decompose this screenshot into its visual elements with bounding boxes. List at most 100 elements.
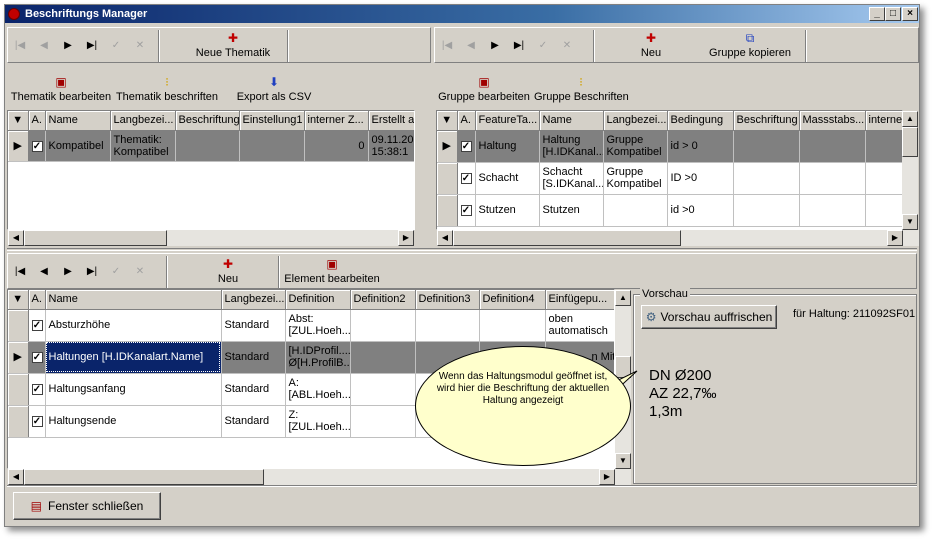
scroll-left-icon[interactable]: ◀ [8, 230, 24, 246]
cell-bedingung[interactable]: id >0 [667, 194, 734, 227]
cell-name[interactable]: Stutzen [539, 194, 604, 227]
last-record-icon[interactable]: ▶| [511, 38, 527, 54]
cell-langbezeichnung[interactable] [603, 194, 668, 227]
post-check-icon[interactable]: ✓ [108, 264, 124, 280]
cell-langbezeichnung[interactable]: Gruppe Kompatibel [603, 130, 668, 163]
scroll-thumb[interactable] [453, 230, 681, 246]
scroll-thumb[interactable] [615, 356, 631, 378]
header-indicator[interactable]: ▼ [8, 290, 29, 310]
cancel-x-icon[interactable]: ✕ [559, 38, 575, 54]
cell-definition[interactable]: Z: [ZUL.Hoeh... [285, 405, 351, 438]
panel-splitter[interactable] [7, 248, 917, 251]
cancel-x-icon[interactable]: ✕ [132, 38, 148, 54]
cell-einstellung[interactable] [239, 130, 305, 162]
column-header[interactable]: Langbezei... [110, 111, 176, 131]
cell-langbezeichnung[interactable]: Standard [221, 373, 286, 406]
cell-langbezeichnung[interactable]: Standard [221, 341, 286, 374]
column-header[interactable]: Definition4 [479, 290, 546, 310]
cell-beschriftung[interactable] [175, 130, 240, 162]
active-checkbox[interactable]: ✓ [31, 416, 43, 427]
column-header[interactable]: Name [45, 290, 222, 310]
thematik-edit-button[interactable]: ▣ Thematik bearbeiten [9, 75, 113, 103]
refresh-preview-button[interactable]: ⚙ Vorschau auffrischen [641, 305, 777, 329]
column-header[interactable]: Langbezei... [221, 290, 286, 310]
cell-name[interactable]: Schacht [S.IDKanal... [539, 162, 604, 195]
gruppe-hscrollbar[interactable]: ◀ ▶ [437, 230, 919, 246]
scroll-right-icon[interactable]: ▶ [887, 230, 903, 246]
scroll-right-icon[interactable]: ▶ [398, 230, 414, 246]
column-header[interactable]: Beschriftung [175, 111, 240, 131]
scroll-thumb[interactable] [24, 230, 167, 246]
export-csv-button[interactable]: ⬇ Export als CSV [235, 75, 313, 103]
cell-langbezeichnung[interactable]: Gruppe Kompatibel [603, 162, 668, 195]
column-header[interactable]: Einfügepu... [545, 290, 614, 310]
gruppe-vscrollbar[interactable]: ▲ ▼ [902, 111, 918, 230]
active-checkbox[interactable]: ✓ [460, 141, 472, 152]
column-header[interactable]: Bedingung [667, 111, 734, 131]
gruppe-edit-button[interactable]: ▣ Gruppe bearbeiten [436, 75, 532, 103]
column-header[interactable]: A. [28, 111, 46, 131]
scroll-up-icon[interactable]: ▲ [902, 111, 918, 127]
post-check-icon[interactable]: ✓ [535, 38, 551, 54]
column-header[interactable]: Definition3 [415, 290, 480, 310]
close-window-button[interactable]: × [902, 7, 918, 21]
maximize-button[interactable]: □ [885, 7, 901, 21]
next-record-icon[interactable]: ▶ [487, 38, 503, 54]
new-thematik-button[interactable]: ✚ Neue Thematik [188, 31, 278, 59]
active-checkbox[interactable]: ✓ [31, 320, 43, 331]
column-header[interactable]: Beschriftung [733, 111, 800, 131]
cancel-x-icon[interactable]: ✕ [132, 264, 148, 280]
scroll-down-icon[interactable]: ▼ [615, 453, 631, 469]
close-window-footer-button[interactable]: ▤ Fenster schließen [13, 492, 161, 520]
minimize-button[interactable]: _ [869, 7, 885, 21]
title-bar[interactable]: Beschriftungs Manager _ □ × [5, 5, 919, 23]
column-header[interactable]: interner Z... [304, 111, 369, 131]
scroll-thumb[interactable] [902, 127, 918, 157]
cell-langbezeichnung[interactable]: Standard [221, 309, 286, 342]
table-row[interactable]: ▶ ✓ Kompatibel Thematik: Kompatibel 0 09.… [8, 130, 414, 162]
first-record-icon[interactable]: |◀ [12, 38, 28, 54]
column-header[interactable]: Massstabs... [799, 111, 866, 131]
table-row[interactable]: ✓ Absturzhöhe Standard Abst: [ZUL.Hoeh...… [8, 309, 614, 342]
new-gruppe-button[interactable]: ✚ Neu [631, 31, 671, 59]
thematik-label-button[interactable]: ⁝ Thematik beschriften [115, 75, 219, 103]
column-header[interactable]: A. [28, 290, 46, 310]
cell-einfuegepunkt[interactable]: oben automatisch [545, 309, 614, 342]
cell-feature[interactable]: Schacht [475, 162, 540, 195]
gruppe-label-button[interactable]: ⁝ Gruppe Beschriften [534, 75, 629, 103]
cell-definition[interactable]: Abst: [ZUL.Hoeh... [285, 309, 351, 342]
post-check-icon[interactable]: ✓ [108, 38, 124, 54]
column-header[interactable]: A. [457, 111, 476, 131]
active-checkbox[interactable]: ✓ [31, 352, 43, 363]
cell-intern[interactable]: 0 [304, 130, 369, 162]
cell-name[interactable]: Haltungen [H.IDKanalart.Name] [45, 341, 222, 374]
prior-record-icon[interactable]: ◀ [36, 264, 52, 280]
first-record-icon[interactable]: |◀ [439, 38, 455, 54]
thematik-hscrollbar[interactable]: ◀ ▶ [8, 230, 414, 246]
prior-record-icon[interactable]: ◀ [36, 38, 52, 54]
column-header[interactable]: Langbezei... [603, 111, 668, 131]
table-row[interactable]: ✓ Schacht Schacht [S.IDKanal... Gruppe Kom… [437, 162, 902, 195]
scroll-up-icon[interactable]: ▲ [615, 290, 631, 306]
last-record-icon[interactable]: ▶| [84, 264, 100, 280]
scroll-down-icon[interactable]: ▼ [902, 214, 918, 230]
column-header[interactable]: Einstellung1 [239, 111, 305, 131]
header-indicator[interactable]: ▼ [8, 111, 29, 131]
active-checkbox[interactable]: ✓ [460, 173, 472, 184]
cell-feature[interactable]: Haltung [475, 130, 540, 163]
cell-erstellt[interactable]: 09.11.20 15:38:1 [368, 130, 414, 162]
column-header[interactable]: FeatureTa... [475, 111, 540, 131]
cell-bedingung[interactable]: ID >0 [667, 162, 734, 195]
table-row[interactable]: ✓ Stutzen Stutzen id >0 [437, 194, 902, 227]
cell-definition[interactable]: A: [ABL.Hoeh... [285, 373, 351, 406]
element-hscrollbar[interactable]: ◀ ▶ [8, 469, 631, 485]
column-header[interactable]: Erstellt a [368, 111, 414, 131]
active-checkbox[interactable]: ✓ [31, 140, 43, 152]
table-row[interactable]: ▶ ✓ Haltung Haltung [H.IDKanal... Gruppe K… [437, 130, 902, 163]
active-checkbox[interactable]: ✓ [31, 384, 43, 395]
cell-name[interactable]: Haltungsanfang [45, 373, 222, 406]
cell-name[interactable]: Absturzhöhe [45, 309, 222, 342]
last-record-icon[interactable]: ▶| [84, 38, 100, 54]
scroll-thumb[interactable] [24, 469, 264, 485]
scroll-left-icon[interactable]: ◀ [437, 230, 453, 246]
